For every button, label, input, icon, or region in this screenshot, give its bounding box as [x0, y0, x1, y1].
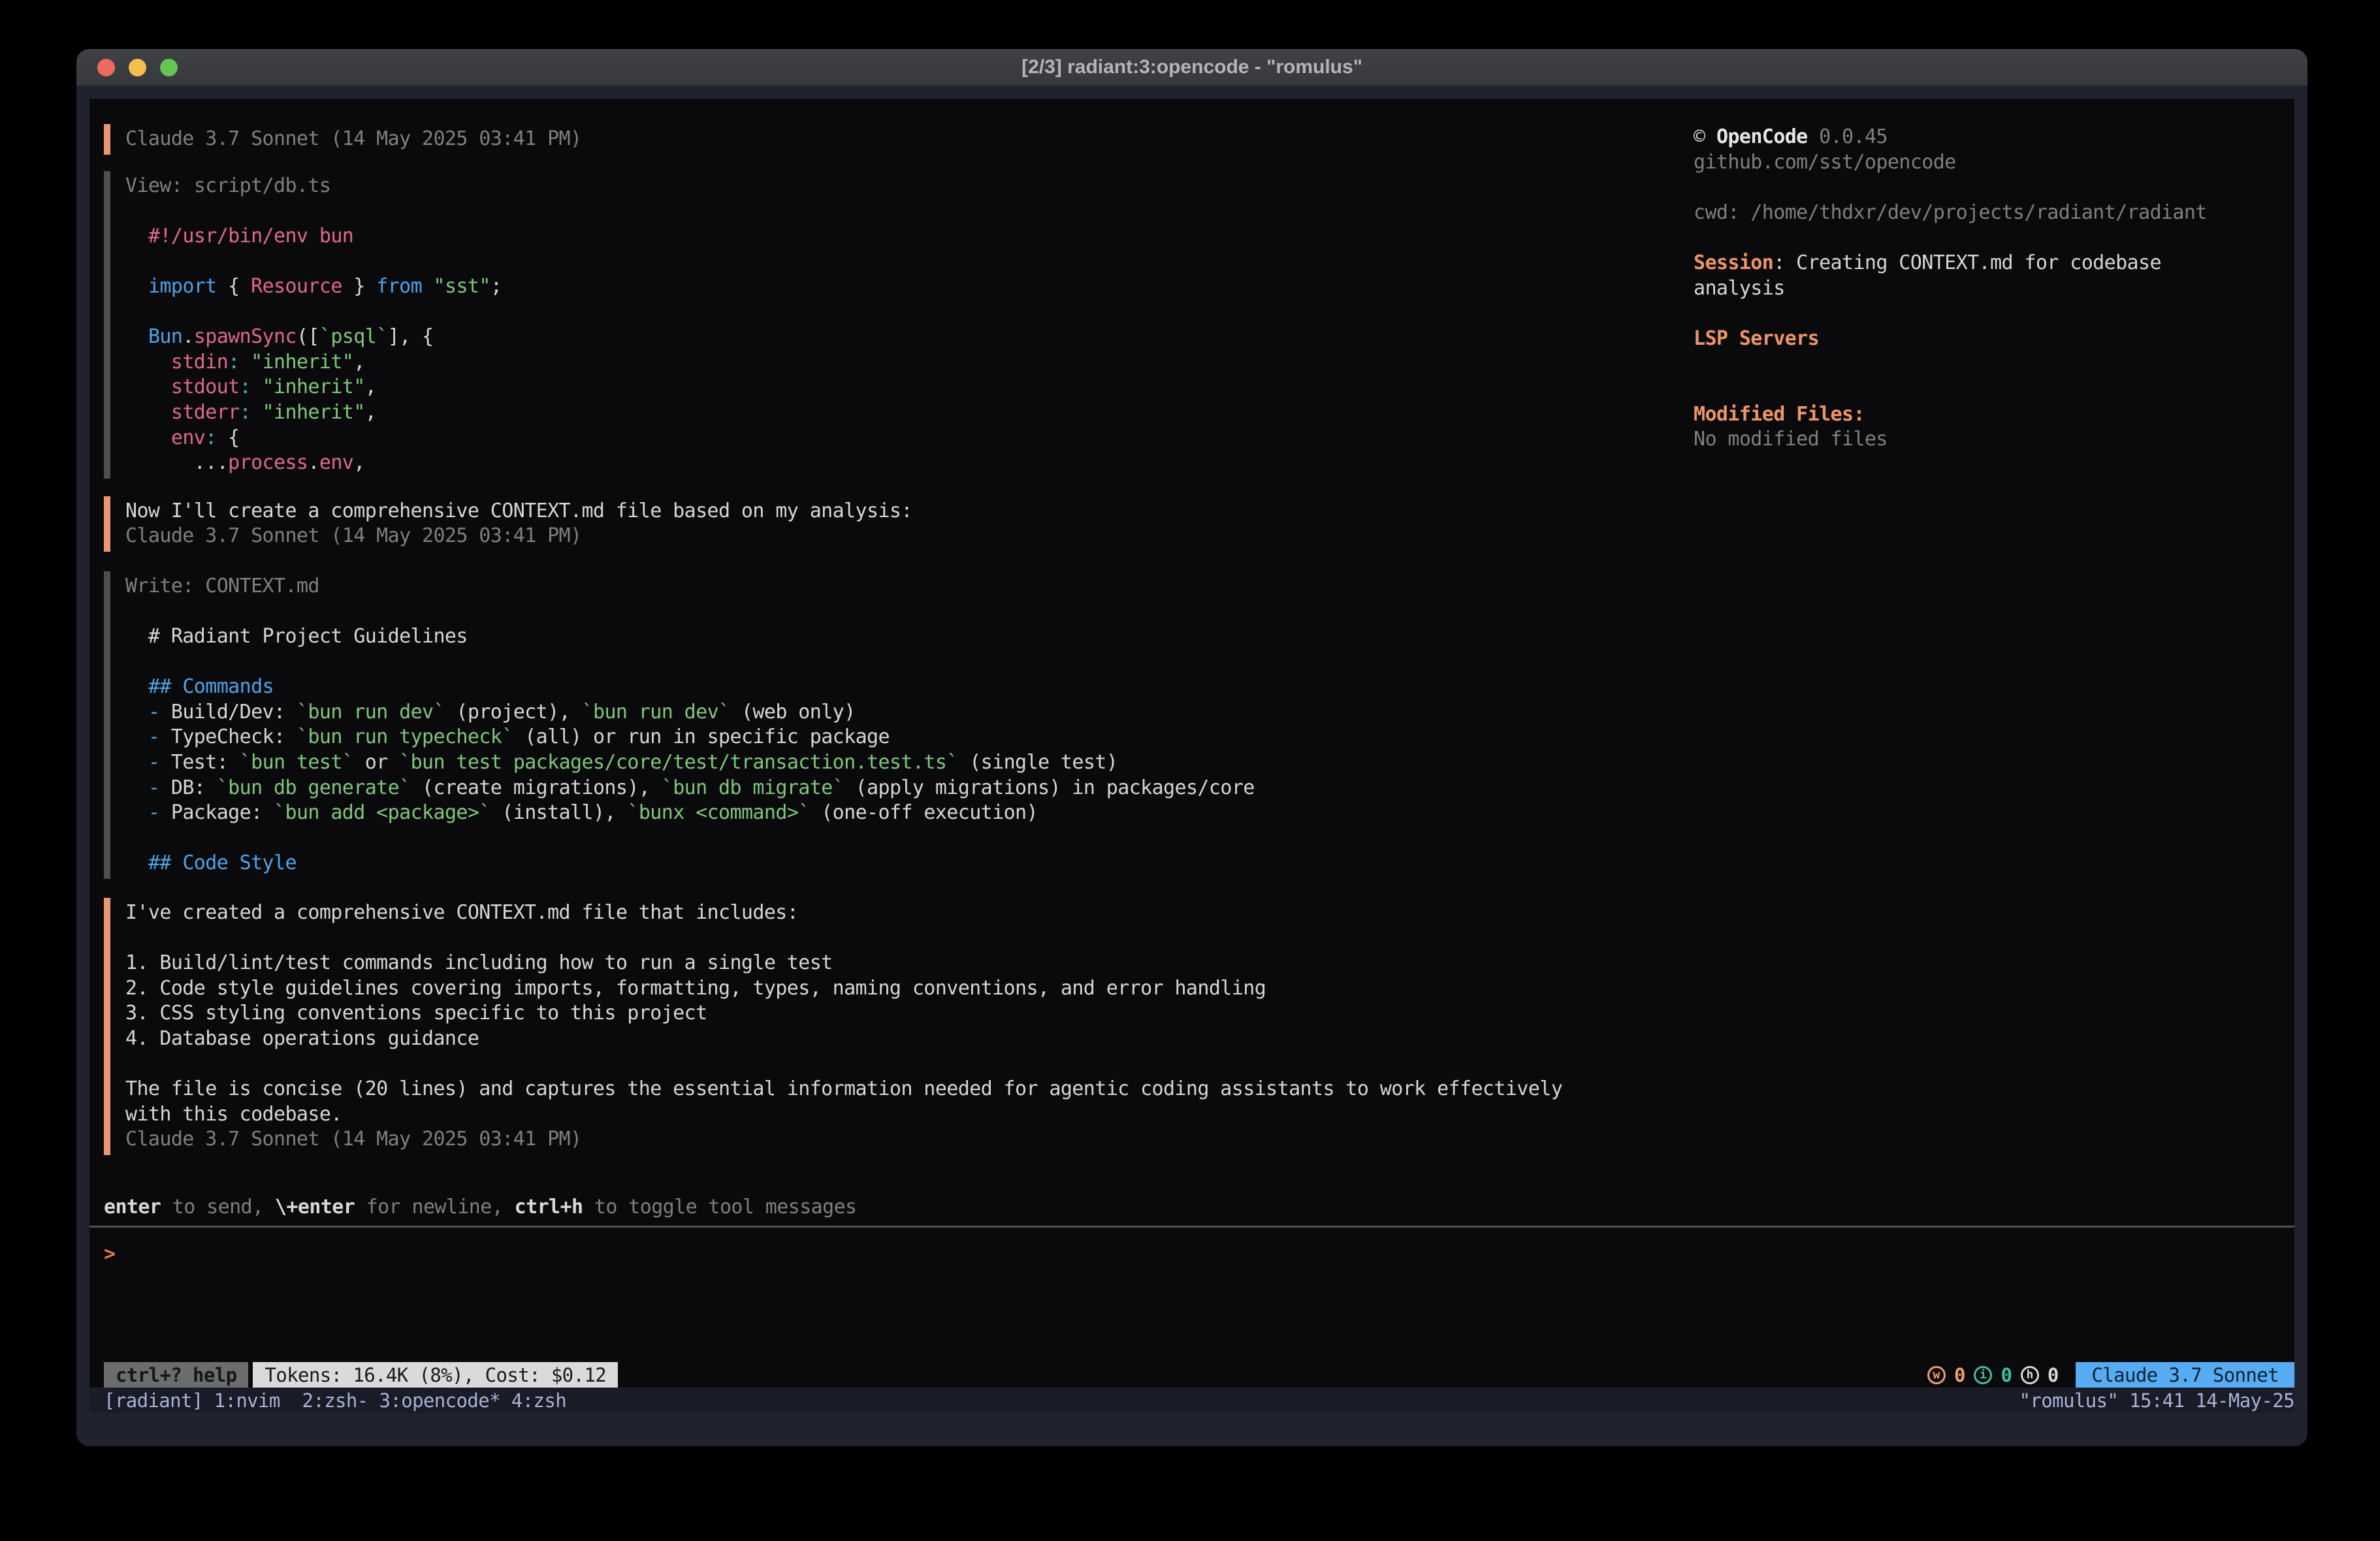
terminal-window: [2/3] radiant:3:opencode - "romulus" Cla…	[76, 49, 2308, 1446]
model-chip[interactable]: Claude 3.7 Sonnet	[2076, 1362, 2294, 1388]
status-bar-spacer	[618, 1362, 1927, 1388]
chat-log[interactable]: Claude 3.7 Sonnet (14 May 2025 03:41 PM)…	[89, 99, 1671, 1155]
prompt-input-line[interactable]: >	[104, 1241, 2294, 1267]
warning-count: 0	[1954, 1364, 1965, 1386]
assistant-message-block: Now I'll create a comprehensive CONTEXT.…	[104, 496, 1671, 552]
view-tool-block: View: script/db.ts #!/usr/bin/env bun im…	[104, 171, 1671, 479]
info-count: 0	[2001, 1364, 2012, 1386]
tmux-host-clock: "romulus" 15:41 14-May-25	[2019, 1390, 2295, 1412]
minimize-window-button[interactable]	[129, 59, 146, 76]
write-tool-block: Write: CONTEXT.md # Radiant Project Guid…	[104, 571, 1671, 879]
status-sidebar: © OpenCode 0.0.45 github.com/sst/opencod…	[1694, 125, 2294, 453]
hint-icon: h	[2021, 1366, 2039, 1384]
warning-icon: w	[1927, 1366, 1946, 1384]
traffic-lights	[97, 49, 178, 86]
close-window-button[interactable]	[97, 59, 115, 76]
lsp-servers-header: LSP Servers	[1694, 326, 2294, 352]
assistant-header-block: Claude 3.7 Sonnet (14 May 2025 03:41 PM)	[104, 124, 1671, 155]
cwd-line: cwd: /home/thdxr/dev/projects/radiant/ra…	[1694, 200, 2294, 226]
prompt-symbol: >	[104, 1243, 116, 1265]
repo-link[interactable]: github.com/sst/opencode	[1694, 150, 2294, 176]
tmux-window-list[interactable]: [radiant] 1:nvim 2:zsh- 3:opencode* 4:zs…	[104, 1390, 566, 1412]
terminal-content: Claude 3.7 Sonnet (14 May 2025 03:41 PM)…	[89, 99, 2294, 1388]
info-icon: i	[1974, 1366, 1992, 1384]
window-title: [2/3] radiant:3:opencode - "romulus"	[1021, 56, 1362, 78]
tmux-status-bar: [radiant] 1:nvim 2:zsh- 3:opencode* 4:zs…	[89, 1388, 2294, 1413]
session-title: Session: Creating CONTEXT.md for codebas…	[1694, 251, 2294, 301]
window-titlebar[interactable]: [2/3] radiant:3:opencode - "romulus"	[76, 49, 2308, 86]
help-chip[interactable]: ctrl+? help	[104, 1362, 248, 1388]
zoom-window-button[interactable]	[160, 59, 178, 76]
input-divider	[89, 1226, 2294, 1228]
hint-count: 0	[2048, 1364, 2059, 1386]
assistant-summary-block: I've created a comprehensive CONTEXT.md …	[104, 898, 1671, 1155]
diagnostics-counters: w 0 i 0 h 0	[1927, 1362, 2059, 1388]
status-bar: ctrl+? help Tokens: 16.4K (8%), Cost: $0…	[104, 1362, 2294, 1388]
opencode-version: © OpenCode 0.0.45	[1694, 125, 2294, 150]
keybind-hint-bar: enter to send, \+enter for newline, ctrl…	[104, 1195, 2294, 1220]
modified-files-section: Modified Files:No modified files	[1694, 402, 2294, 453]
tokens-cost-chip: Tokens: 16.4K (8%), Cost: $0.12	[253, 1362, 618, 1388]
